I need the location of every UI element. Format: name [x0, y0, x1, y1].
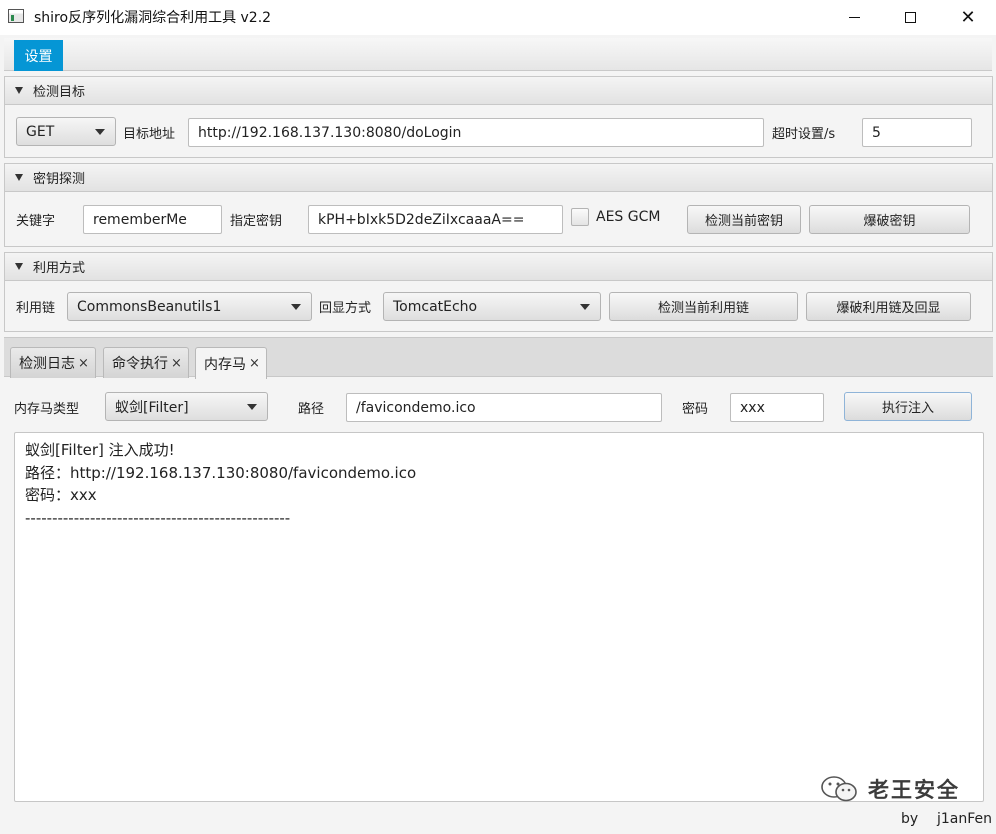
target-panel: 检测目标 GET 目标地址 http://192.168.137.130:808…	[4, 76, 993, 158]
echo-value: TomcatEcho	[393, 298, 478, 315]
close-button[interactable]: ✕	[940, 0, 996, 35]
collapse-triangle-icon	[15, 263, 23, 270]
tab-label: 内存马	[204, 356, 246, 373]
target-panel-title: 检测目标	[33, 85, 86, 100]
collapse-triangle-icon	[15, 174, 23, 181]
detect-chain-button[interactable]: 检测当前利用链	[609, 292, 798, 321]
key-panel-title: 密钥探测	[33, 172, 86, 187]
maximize-button[interactable]	[882, 0, 938, 35]
tab-label: 命令执行	[112, 356, 168, 372]
output-line: 路径：http://192.168.137.130:8080/faviconde…	[25, 463, 417, 482]
brute-key-button[interactable]: 爆破密钥	[809, 205, 970, 234]
password-input[interactable]: xxx	[730, 393, 824, 422]
footer-author: j1anFen	[937, 811, 993, 827]
window-title: shiro反序列化漏洞综合利用工具 v2.2	[34, 10, 272, 26]
menu-bar: 设置	[4, 38, 992, 71]
output-line: 密码：xxx	[25, 486, 97, 504]
menu-settings[interactable]: 设置	[14, 40, 63, 71]
tab-close-icon[interactable]: ×	[78, 356, 89, 371]
method-select[interactable]: GET	[16, 117, 116, 146]
timeout-input[interactable]: 5	[862, 118, 972, 147]
chain-label: 利用链	[16, 301, 56, 316]
url-label: 目标地址	[123, 127, 176, 142]
dropdown-arrow-icon	[291, 304, 301, 310]
aes-gcm-checkbox[interactable]	[571, 208, 589, 226]
exploit-panel-header[interactable]: 利用方式	[5, 253, 992, 281]
memshell-type-select[interactable]: 蚁剑[Filter]	[105, 392, 268, 421]
password-label: 密码	[682, 402, 709, 417]
method-value: GET	[26, 123, 55, 140]
detect-key-button[interactable]: 检测当前密钥	[687, 205, 801, 234]
key-label: 指定密钥	[230, 214, 283, 229]
exploit-panel-title: 利用方式	[33, 261, 86, 276]
exploit-panel: 利用方式 利用链 CommonsBeanutils1 回显方式 TomcatEc…	[4, 252, 993, 332]
watermark: 老王安全	[820, 774, 960, 804]
app-icon	[8, 9, 24, 23]
close-icon: ✕	[960, 6, 976, 28]
tab-bar: 检测日志 × 命令执行 × 内存马 ×	[4, 337, 993, 379]
wechat-icon	[821, 776, 857, 802]
memshell-type-value: 蚁剑[Filter]	[115, 399, 189, 416]
tab-detect-log[interactable]: 检测日志 ×	[10, 347, 96, 378]
echo-label: 回显方式	[319, 301, 372, 316]
inject-button[interactable]: 执行注入	[844, 392, 972, 421]
collapse-triangle-icon	[15, 87, 23, 94]
output-line: 蚁剑[Filter] 注入成功!	[25, 441, 175, 459]
aes-gcm-label: AES GCM	[596, 209, 661, 225]
path-label: 路径	[298, 402, 325, 417]
path-input[interactable]: /favicondemo.ico	[346, 393, 662, 422]
memshell-type-label: 内存马类型	[14, 402, 80, 417]
dropdown-arrow-icon	[580, 304, 590, 310]
tab-close-icon[interactable]: ×	[249, 356, 260, 371]
keyword-input[interactable]: rememberMe	[83, 205, 222, 234]
echo-select[interactable]: TomcatEcho	[383, 292, 601, 321]
url-input[interactable]: http://192.168.137.130:8080/doLogin	[188, 118, 764, 147]
timeout-label: 超时设置/s	[772, 127, 836, 142]
watermark-text: 老王安全	[868, 778, 960, 802]
key-panel-header[interactable]: 密钥探测	[5, 164, 992, 192]
dropdown-arrow-icon	[95, 129, 105, 135]
minimize-button[interactable]	[826, 0, 882, 35]
title-bar: shiro反序列化漏洞综合利用工具 v2.2 ✕	[0, 0, 996, 35]
minimize-icon	[848, 17, 860, 18]
chain-value: CommonsBeanutils1	[77, 298, 222, 315]
maximize-icon	[904, 12, 916, 23]
dropdown-arrow-icon	[247, 404, 257, 410]
output-line: ----------------------------------------…	[25, 508, 291, 527]
key-panel: 密钥探测 关键字 rememberMe 指定密钥 kPH+bIxk5D2deZi…	[4, 163, 993, 247]
tab-memshell[interactable]: 内存马 ×	[195, 347, 267, 379]
chain-select[interactable]: CommonsBeanutils1	[67, 292, 312, 321]
keyword-label: 关键字	[16, 214, 56, 229]
tab-close-icon[interactable]: ×	[171, 356, 182, 371]
brute-chain-button[interactable]: 爆破利用链及回显	[806, 292, 971, 321]
footer-by: by	[901, 811, 919, 827]
target-panel-header[interactable]: 检测目标	[5, 77, 992, 105]
tab-label: 检测日志	[19, 356, 75, 372]
output-textarea[interactable]: 蚁剑[Filter] 注入成功! 路径：http://192.168.137.1…	[14, 432, 984, 802]
tab-command-exec[interactable]: 命令执行 ×	[103, 347, 189, 378]
key-input[interactable]: kPH+bIxk5D2deZiIxcaaaA==	[308, 205, 563, 234]
